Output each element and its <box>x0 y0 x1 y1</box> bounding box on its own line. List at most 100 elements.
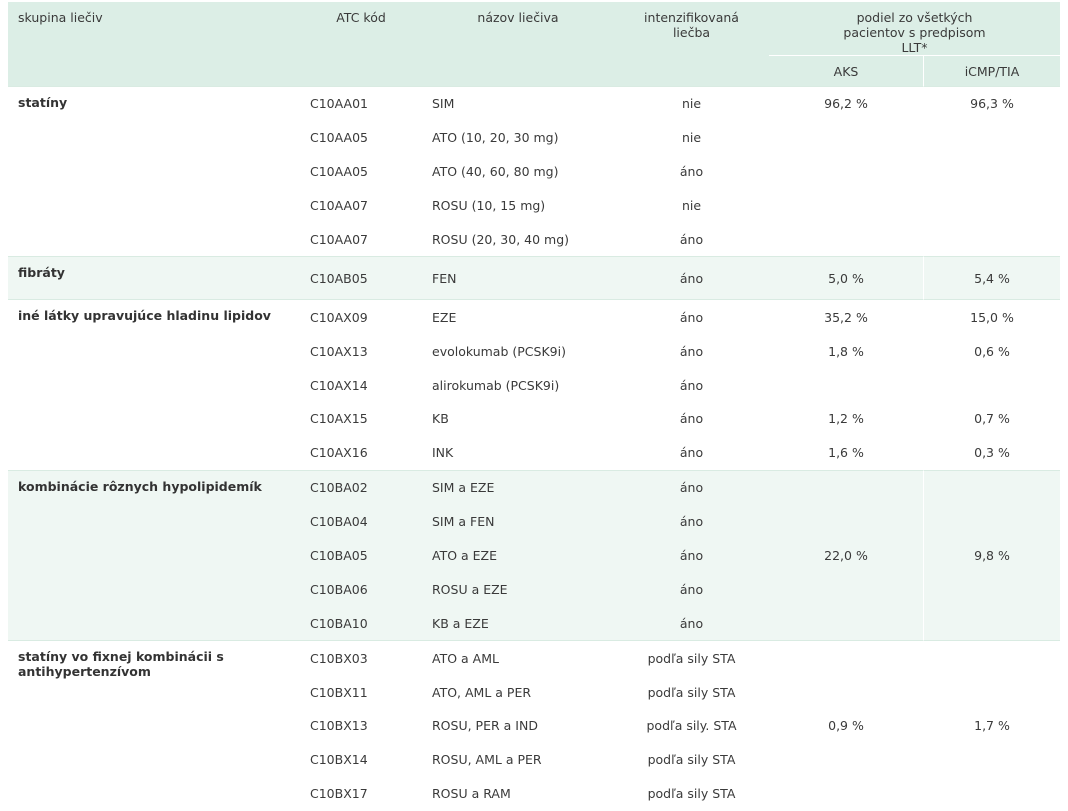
intensified-cell: áno <box>614 154 769 189</box>
drug-name-cell: evolokumab (PCSK9i) <box>422 334 614 369</box>
icmp-share-cell: 1,7 % <box>923 640 1060 811</box>
atc-code-cell: C10BA02 <box>300 469 422 505</box>
aks-share-cell <box>769 154 923 189</box>
intensified-cell: nie <box>614 188 769 223</box>
icmp-share-cell <box>923 368 1060 403</box>
intensified-cell: áno <box>614 256 769 300</box>
intensified-cell: podľa sily STA <box>614 640 769 676</box>
icmp-share-cell: 15,0 % <box>923 299 1060 335</box>
aks-share-cell <box>769 120 923 155</box>
atc-code-cell: C10AA07 <box>300 222 422 257</box>
drug-name-cell: SIM a EZE <box>422 469 614 505</box>
table-row: iné látky upravujúce hladinu lipidov C10A… <box>8 299 1060 470</box>
drug-name-cell: SIM a FEN <box>422 504 614 539</box>
atc-code-cell: C10AA01 <box>300 86 422 121</box>
intensified-cell: áno <box>614 538 769 573</box>
drug-name-cell: ROSU, PER a IND <box>422 709 614 743</box>
intensified-cell: áno <box>614 402 769 436</box>
icmp-share-cell <box>923 222 1060 257</box>
header-share: podiel zo všetkých pacientov s predpisom… <box>769 2 1060 55</box>
aks-share-cell: 0,9 % <box>769 640 923 811</box>
icmp-share-cell <box>923 188 1060 223</box>
table-row: statíny vo fixnej kombinácii s antihyper… <box>8 640 1060 811</box>
header-intensified: intenzifikovaná liečba <box>614 2 769 86</box>
intensified-cell: nie <box>614 120 769 155</box>
drug-name-cell: ROSU, AML a PER <box>422 742 614 777</box>
atc-code-cell: C10AX14 <box>300 368 422 403</box>
intensified-cell: áno <box>614 299 769 335</box>
drug-name-cell: FEN <box>422 256 614 300</box>
group-name-cell: fibráty <box>8 256 300 300</box>
atc-code-cell: C10AX09 <box>300 299 422 335</box>
header-group: skupina liečiv <box>8 2 300 86</box>
intensified-cell: áno <box>614 504 769 539</box>
aks-share-cell: 35,2 % <box>769 299 923 335</box>
icmp-share-cell: 9,8 % <box>923 469 1060 641</box>
icmp-share-cell: 0,6 % <box>923 334 1060 369</box>
table-body: statíny C10AA01 SIM nie 96,2 % 96,3 % C10AA05 A… <box>8 86 1060 811</box>
intensified-cell: podľa sily STA <box>614 742 769 777</box>
intensified-cell: podľa sily. STA <box>614 709 769 743</box>
drug-name-cell: EZE <box>422 299 614 335</box>
table-row: statíny C10AA01 SIM nie 96,2 % 96,3 % <box>8 86 1060 257</box>
atc-code-cell: C10BX11 <box>300 675 422 710</box>
atc-code-cell: C10BX03 <box>300 640 422 676</box>
drug-name-cell: ATO a AML <box>422 640 614 676</box>
intensified-cell: áno <box>614 469 769 505</box>
intensified-cell: áno <box>614 435 769 470</box>
aks-share-cell <box>769 188 923 223</box>
icmp-share-cell: 0,3 % <box>923 435 1060 470</box>
aks-share-cell: 1,2 % <box>769 402 923 436</box>
table-header: skupina liečiv ATC kód názov liečiva int… <box>8 2 1060 86</box>
group-name-cell: kombinácie rôznych hypolipidemík <box>8 469 300 641</box>
intensified-cell: áno <box>614 368 769 403</box>
aks-share-cell: 1,6 % <box>769 435 923 470</box>
table-row: kombinácie rôznych hypolipidemík C10BA02 S… <box>8 469 1060 641</box>
intensified-cell: áno <box>614 334 769 369</box>
intensified-cell: podľa sily STA <box>614 675 769 710</box>
drug-name-cell: ROSU (20, 30, 40 mg) <box>422 222 614 257</box>
intensified-cell: áno <box>614 606 769 641</box>
atc-code-cell: C10AX13 <box>300 334 422 369</box>
atc-code-cell: C10AX16 <box>300 435 422 470</box>
atc-code-cell: C10BA04 <box>300 504 422 539</box>
icmp-share-cell: 0,7 % <box>923 402 1060 436</box>
drug-name-cell: ATO (10, 20, 30 mg) <box>422 120 614 155</box>
drug-name-cell: ROSU (10, 15 mg) <box>422 188 614 223</box>
icmp-share-cell <box>923 120 1060 155</box>
intensified-cell: áno <box>614 222 769 257</box>
aks-share-cell: 5,0 % <box>769 256 923 300</box>
atc-code-cell: C10BX17 <box>300 776 422 811</box>
header-icmp: iCMP/TIA <box>923 55 1060 86</box>
intensified-cell: nie <box>614 86 769 121</box>
intensified-cell: áno <box>614 572 769 607</box>
drug-name-cell: INK <box>422 435 614 470</box>
aks-share-cell: 96,2 % <box>769 86 923 121</box>
atc-code-cell: C10AX15 <box>300 402 422 436</box>
atc-code-cell: C10BX13 <box>300 709 422 743</box>
drug-name-cell: ATO (40, 60, 80 mg) <box>422 154 614 189</box>
lipid-drug-table: skupina liečiv ATC kód názov liečiva int… <box>8 2 1060 811</box>
header-aks: AKS <box>769 55 923 86</box>
atc-code-cell: C10BA06 <box>300 572 422 607</box>
atc-code-cell: C10AA05 <box>300 154 422 189</box>
atc-code-cell: C10AA05 <box>300 120 422 155</box>
atc-code-cell: C10BA10 <box>300 606 422 641</box>
header-atc: ATC kód <box>300 2 422 86</box>
drug-name-cell: ATO, AML a PER <box>422 675 614 710</box>
aks-share-cell: 22,0 % <box>769 469 923 641</box>
drug-name-cell: KB <box>422 402 614 436</box>
aks-share-cell <box>769 222 923 257</box>
aks-share-cell <box>769 368 923 403</box>
atc-code-cell: C10BA05 <box>300 538 422 573</box>
atc-code-cell: C10BX14 <box>300 742 422 777</box>
icmp-share-cell: 96,3 % <box>923 86 1060 121</box>
atc-code-cell: C10AA07 <box>300 188 422 223</box>
atc-code-cell: C10AB05 <box>300 256 422 300</box>
group-name-cell: iné látky upravujúce hladinu lipidov <box>8 299 300 470</box>
icmp-share-cell: 5,4 % <box>923 256 1060 300</box>
intensified-cell: podľa sily STA <box>614 776 769 811</box>
group-name-cell: statíny <box>8 86 300 257</box>
aks-share-cell: 1,8 % <box>769 334 923 369</box>
lipid-drug-table-container: skupina liečiv ATC kód názov liečiva int… <box>8 2 1060 811</box>
